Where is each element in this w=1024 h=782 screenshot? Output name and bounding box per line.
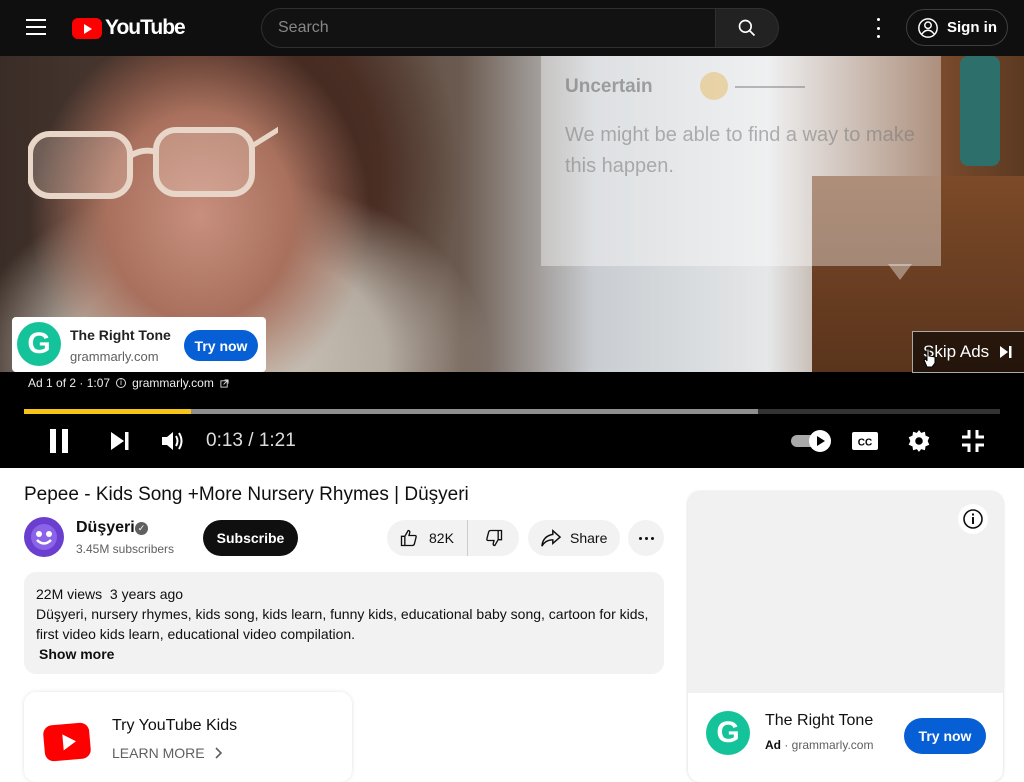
youtube-logo-icon [72,17,102,39]
thumb-down-icon [485,529,502,547]
description-text: Düşyeri, nursery rhymes, kids song, kids… [36,606,649,642]
learn-more-link[interactable]: LEARN MORE [112,745,224,761]
player-ad-card[interactable]: G The Right Tone grammarly.com Try now [12,317,266,372]
exit-fullscreen-icon [962,430,984,452]
video-title: Pepee - Kids Song +More Nursery Rhymes |… [24,484,469,505]
sign-in-label: Sign in [947,19,997,36]
overlay-title: Uncertain [565,76,653,97]
share-icon [541,529,562,547]
progress-bar[interactable] [24,409,1000,414]
next-icon [111,432,129,450]
autoplay-toggle-icon [791,430,831,452]
search-button[interactable] [715,8,779,48]
try-now-button[interactable]: Try now [184,330,258,361]
sidebar-ad-title: The Right Tone [765,712,874,729]
share-label: Share [570,530,608,546]
like-button[interactable]: 82K [387,520,467,556]
more-horiz-icon[interactable] [628,520,664,556]
youtube-kids-promo[interactable]: Try YouTube Kids LEARN MORE [24,692,352,782]
smiley-avatar-icon [31,524,57,550]
svg-text:CC: CC [858,438,872,449]
logo-text: YouTube [105,16,186,39]
masthead: YouTube Search Sign in [0,0,1024,56]
sign-in-button[interactable]: Sign in [906,9,1008,46]
thumb-up-icon [400,529,417,547]
grammarly-icon: G [17,322,61,366]
account-icon [918,17,938,38]
video-glasses-graphic [28,126,278,199]
ad-badge: Ad [765,738,781,752]
settings-button[interactable] [904,426,934,456]
show-more-button[interactable]: Show more [39,644,652,664]
skip-icon [999,345,1013,359]
channel-name[interactable]: Düşyeri [76,519,135,537]
captions-icon: CC [852,432,878,450]
settings-icon [908,430,930,452]
ad-meta-domain[interactable]: grammarly.com [132,376,214,390]
youtube-kids-icon [42,722,92,762]
menu-icon[interactable] [26,19,46,35]
learn-more-label: LEARN MORE [112,745,205,761]
share-button[interactable]: Share [528,520,620,556]
exit-fullscreen-button[interactable] [958,426,988,456]
overlay-text: We might be able to find a way to make t… [565,124,915,177]
subscriber-count: 3.45M subscribers [76,542,175,556]
dislike-button[interactable] [467,520,519,556]
info-icon[interactable] [958,504,988,534]
grammarly-icon: G [706,711,750,755]
pause-button[interactable] [44,426,74,456]
ad-domain: grammarly.com [70,349,159,364]
video-player[interactable]: Uncertain We might be able to find a way… [0,56,1024,468]
like-count: 82K [429,530,454,546]
ad-counter: Ad 1 of 2 · 1:07 [28,376,111,390]
pause-icon [50,429,68,453]
mouse-cursor-icon [923,348,936,368]
external-link-icon [220,378,229,388]
chevron-right-icon [215,747,223,759]
captions-button[interactable]: CC [850,426,880,456]
sidebar-ad[interactable]: G The Right Tone Ad · grammarly.com Try … [688,492,1003,782]
ad-meta: Ad 1 of 2 · 1:07 i grammarly.com [28,376,229,390]
next-button[interactable] [107,426,133,456]
search-icon [738,19,756,37]
ad-title: The Right Tone [70,327,171,343]
volume-icon [162,432,183,450]
sidebar-ad-domain: grammarly.com [791,738,874,752]
emoji-icon [700,72,728,100]
description-box[interactable]: 22M views 3 years ago Düşyeri, nursery r… [24,572,664,674]
sidebar-ad-media [688,492,1003,693]
search-input[interactable]: Search [261,8,716,48]
view-stats: 22M views 3 years ago [36,586,184,602]
sidebar-ad-source: Ad · grammarly.com [765,738,874,752]
time-display: 0:13 / 1:21 [206,430,296,451]
progress-played [24,409,191,414]
verified-icon: ✓ [135,522,148,535]
sidebar-try-now-button[interactable]: Try now [904,718,986,754]
ytkids-title: Try YouTube Kids [112,717,238,734]
autoplay-toggle[interactable] [788,426,834,456]
more-vert-icon[interactable] [866,18,890,38]
info-icon[interactable]: i [116,378,127,388]
volume-button[interactable] [158,426,188,456]
subscribe-button[interactable]: Subscribe [203,520,298,556]
youtube-logo[interactable]: YouTube [72,16,186,40]
channel-avatar[interactable] [24,517,64,557]
